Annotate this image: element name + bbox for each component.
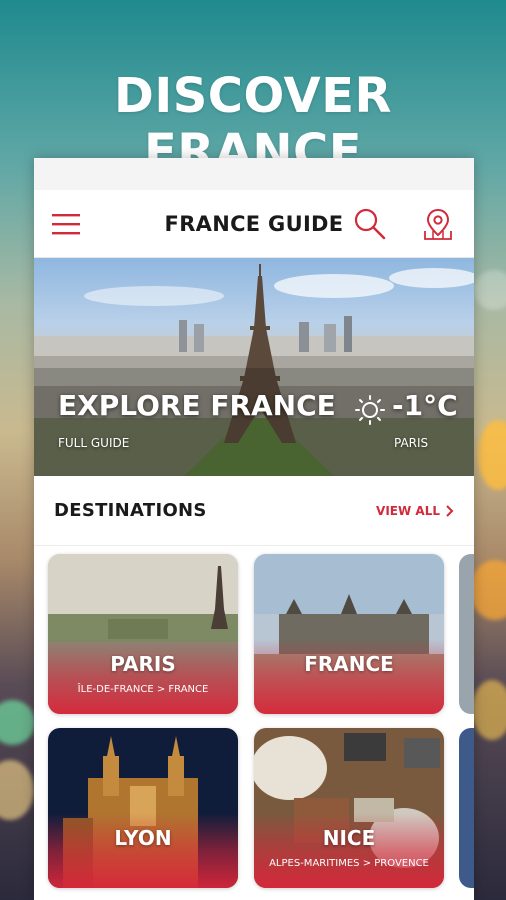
view-all-link[interactable]: VIEW ALL bbox=[376, 504, 454, 518]
app-bar: FRANCE GUIDE bbox=[34, 190, 474, 258]
destination-region: ÎLE-DE-FRANCE > FRANCE bbox=[77, 684, 209, 695]
destination-card-peek[interactable] bbox=[459, 728, 474, 888]
search-icon[interactable] bbox=[352, 206, 388, 242]
map-pin-icon[interactable] bbox=[420, 206, 456, 242]
bokeh-light bbox=[474, 270, 506, 310]
hero-banner[interactable]: EXPLORE FRANCE FULL GUIDE -1°C PARIS bbox=[34, 258, 474, 476]
weather-temperature: -1°C bbox=[392, 389, 458, 422]
bokeh-light bbox=[478, 420, 506, 490]
destination-name: NICE bbox=[322, 826, 376, 850]
bokeh-light bbox=[0, 700, 35, 745]
destination-name: FRANCE bbox=[304, 652, 394, 676]
card-overlay bbox=[48, 639, 238, 714]
bokeh-light bbox=[472, 680, 506, 740]
bokeh-light bbox=[0, 760, 34, 820]
weather-city: PARIS bbox=[394, 436, 429, 450]
destination-name: PARIS bbox=[110, 652, 176, 676]
destinations-grid: PARIS ÎLE-DE-FRANCE > FRANCE FRANCE LYON… bbox=[34, 546, 474, 900]
bokeh-light bbox=[470, 560, 506, 620]
card-overlay bbox=[48, 813, 238, 888]
card-overlay bbox=[254, 639, 444, 714]
view-all-label: VIEW ALL bbox=[376, 503, 440, 518]
hero-title: EXPLORE FRANCE bbox=[58, 389, 336, 422]
app-title: FRANCE GUIDE bbox=[164, 211, 344, 236]
status-bar bbox=[34, 158, 474, 190]
destination-region: ALPES-MARITIMES > PROVENCE bbox=[269, 858, 429, 869]
destination-name: LYON bbox=[114, 826, 172, 850]
destination-card-lyon[interactable]: LYON bbox=[48, 728, 238, 888]
destinations-header: DESTINATIONS VIEW ALL bbox=[34, 476, 474, 546]
destination-card-paris[interactable]: PARIS ÎLE-DE-FRANCE > FRANCE bbox=[48, 554, 238, 714]
app-screen: FRANCE GUIDE EXPLORE FRANCE FULL GUIDE -… bbox=[34, 158, 474, 900]
destination-card-peek[interactable] bbox=[459, 554, 474, 714]
chevron-right-icon bbox=[446, 504, 454, 517]
sun-icon bbox=[354, 394, 386, 430]
destination-card-nice[interactable]: NICE ALPES-MARITIMES > PROVENCE bbox=[254, 728, 444, 888]
hero-subtitle: FULL GUIDE bbox=[58, 436, 130, 450]
destinations-title: DESTINATIONS bbox=[54, 500, 207, 521]
card-overlay bbox=[254, 813, 444, 888]
destination-card-france[interactable]: FRANCE bbox=[254, 554, 444, 714]
